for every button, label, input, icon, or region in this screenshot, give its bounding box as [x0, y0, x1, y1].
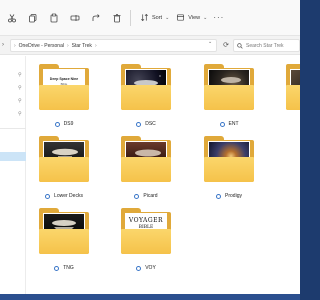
view-label: View	[188, 14, 201, 21]
folder-label: DSC	[114, 120, 178, 128]
folder-icon: Deep Space Nine Bible	[39, 64, 89, 114]
folder-icon	[204, 64, 254, 114]
folder-name: VOY	[145, 265, 156, 271]
folder-name: DSC	[145, 121, 156, 127]
paste-icon[interactable]	[45, 9, 63, 27]
copy-icon[interactable]	[24, 9, 42, 27]
folder-icon	[204, 136, 254, 186]
sync-status-icon	[54, 121, 60, 127]
share-icon[interactable]	[87, 9, 105, 27]
folder-label: Prodigy	[197, 192, 261, 200]
toolbar-divider	[130, 9, 131, 26]
folder-tile[interactable]: Lower Decks	[32, 136, 96, 208]
address-bar[interactable]: › OneDrive - Personal › Star Trek ›	[10, 39, 217, 52]
folder-label: DS9	[32, 120, 96, 128]
folder-name: Prodigy	[225, 193, 242, 199]
sort-icon	[141, 13, 148, 22]
breadcrumb-separator: ›	[66, 42, 69, 49]
chevron-down-icon: ⌄	[165, 14, 170, 21]
thumbnail-title: VOYAGER	[128, 217, 164, 224]
nav-item-selected[interactable]	[0, 152, 26, 161]
sync-status-icon	[219, 121, 225, 127]
command-bar: Sort ⌄ View ⌄ ···	[0, 0, 300, 36]
sync-status-icon	[216, 193, 222, 199]
folder-tile[interactable]: VOYAGER BIBLE VOY	[114, 208, 178, 280]
folder-label: TNG	[32, 264, 96, 272]
folder-tile[interactable]: DSC	[114, 64, 178, 136]
folder-icon	[39, 136, 89, 186]
file-explorer-window: Sort ⌄ View ⌄ ··· › › OneDrive - Persona…	[0, 0, 300, 294]
folder-label: Lower Decks	[32, 192, 96, 200]
search-icon	[237, 42, 243, 49]
view-button[interactable]: View ⌄	[174, 8, 209, 28]
sort-label: Sort	[152, 14, 163, 21]
pin-icon[interactable]: ⚲	[18, 98, 22, 104]
cut-icon[interactable]	[3, 9, 21, 27]
view-icon	[177, 14, 185, 21]
chevron-down-icon: ⌄	[203, 14, 208, 21]
folder-name: TNG	[63, 265, 74, 271]
address-history-chevron-icon[interactable]: ⌄	[208, 39, 212, 45]
rename-icon[interactable]	[66, 9, 84, 27]
sync-status-icon	[45, 193, 51, 199]
folder-label: ENT	[197, 120, 261, 128]
thumbnail-title: Deep Space Nine	[49, 77, 79, 81]
taskbar	[0, 294, 300, 300]
folder-icon	[121, 64, 171, 114]
folder-name: Lower Decks	[54, 193, 83, 199]
folder-icon	[121, 136, 171, 186]
folder-icon: VOYAGER BIBLE	[121, 208, 171, 258]
folder-name: Picard	[143, 193, 158, 199]
breadcrumb-star-trek[interactable]: Star Trek	[72, 43, 92, 49]
sync-status-icon	[134, 193, 140, 199]
sort-button[interactable]: Sort ⌄	[138, 8, 171, 28]
breadcrumb-separator: ›	[94, 42, 97, 49]
address-row: › › OneDrive - Personal › Star Trek › ⌄ …	[0, 36, 300, 55]
folder-tile[interactable]: TNG	[32, 208, 96, 280]
folder-label: Picard	[114, 192, 178, 200]
folder-label: VOY	[114, 264, 178, 272]
search-placeholder: Search Star Trek	[246, 42, 284, 49]
folder-tile[interactable]: ENT	[197, 64, 261, 136]
pin-icon[interactable]: ⚲	[18, 72, 22, 78]
refresh-icon[interactable]: ⟳	[220, 39, 232, 52]
sync-status-icon	[136, 121, 142, 127]
more-options-button[interactable]: ···	[213, 13, 224, 22]
sync-status-icon	[54, 265, 60, 271]
folder-tile[interactable]	[279, 64, 300, 136]
nav-divider	[0, 128, 26, 129]
folder-tile[interactable]: Prodigy	[197, 136, 261, 208]
breadcrumb-separator: ›	[14, 42, 16, 49]
sync-status-icon	[136, 265, 142, 271]
folder-tile[interactable]: Deep Space Nine Bible DS9	[32, 64, 96, 136]
folder-tile[interactable]: Picard	[114, 136, 178, 208]
search-input[interactable]: Search Star Trek	[233, 39, 300, 52]
folder-content: Deep Space Nine Bible DS9 DSC ENT Lower …	[27, 56, 300, 294]
pin-icon[interactable]: ⚲	[18, 85, 22, 91]
navigation-pane: ⚲ ⚲ ⚲ ⚲	[0, 56, 26, 294]
folder-name: ENT	[228, 121, 239, 127]
folder-icon	[39, 208, 89, 258]
pin-icon[interactable]: ⚲	[18, 111, 22, 117]
folder-name: DS9	[63, 121, 74, 127]
folder-icon	[286, 64, 300, 114]
delete-icon[interactable]	[108, 9, 126, 27]
breadcrumb-onedrive[interactable]: OneDrive - Personal	[19, 43, 64, 49]
